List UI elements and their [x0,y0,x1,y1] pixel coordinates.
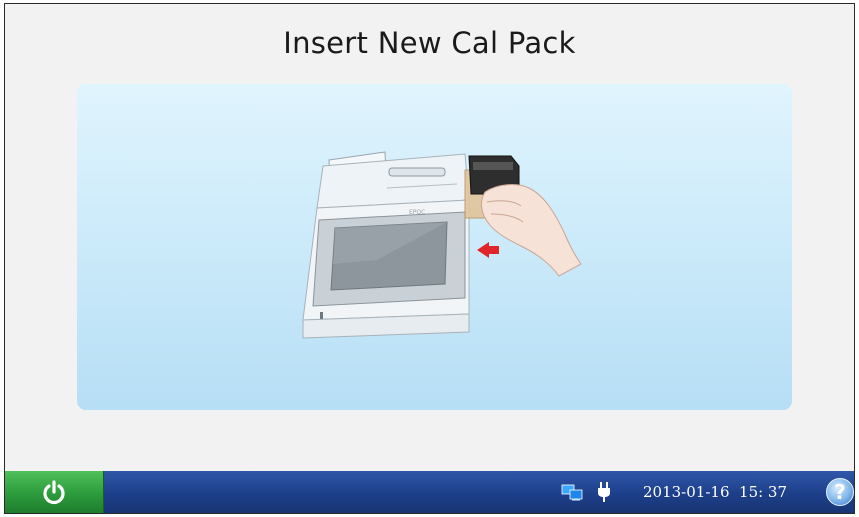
system-datetime: 2013-01-16 15: 37 [643,483,788,501]
power-button[interactable] [5,471,104,513]
instruction-illustration-panel: EPOC [77,84,792,410]
network-icon [561,484,583,501]
page-title: Insert New Cal Pack [283,26,576,60]
app-window: Insert New Cal Pack EPOC 2013-01-16 15: … [4,3,855,514]
ac-power-plug-icon [598,482,610,502]
taskbar: 2013-01-16 15: 37 ? [5,471,854,513]
power-icon [43,480,65,505]
power-source-status[interactable] [597,471,611,513]
analyzer-device: EPOC [302,151,470,339]
help-icon: ? [834,480,846,504]
cal-pack-insert-illustration: EPOC [302,151,582,339]
help-button[interactable]: ? [826,478,854,506]
hand-illustration [481,184,582,277]
network-status[interactable] [561,471,585,513]
insert-direction-arrow [477,242,499,258]
